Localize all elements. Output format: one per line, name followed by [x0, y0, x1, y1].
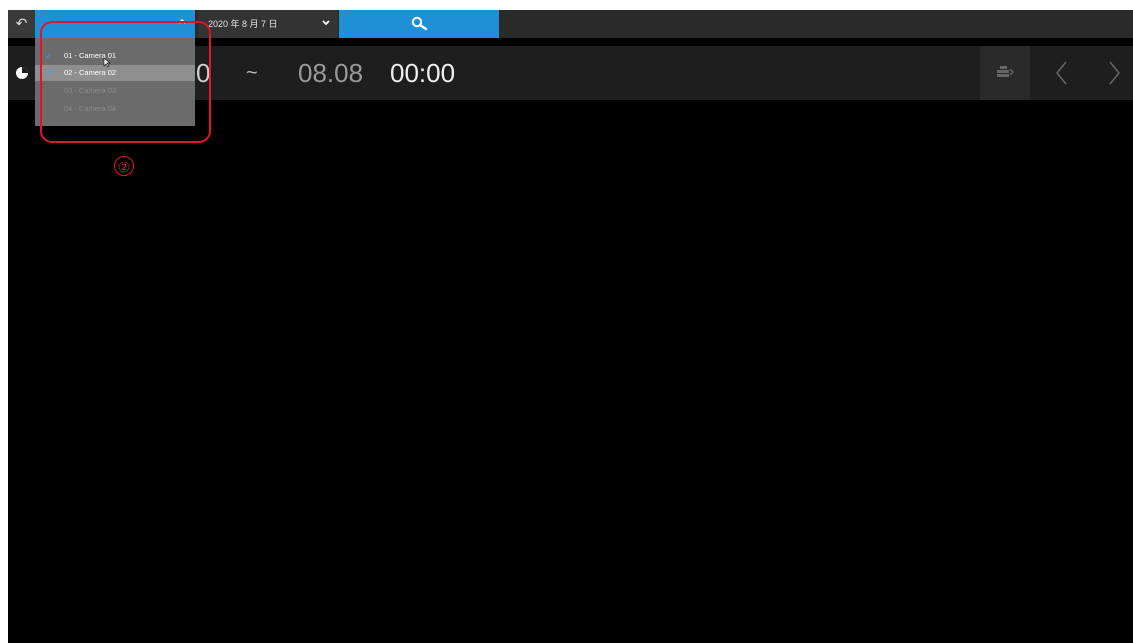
chevron-down-icon — [322, 20, 330, 26]
chevron-right-icon — [1109, 61, 1120, 85]
next-button[interactable] — [1090, 46, 1133, 100]
search-icon — [411, 16, 428, 31]
annotation-step-number: ② — [114, 156, 134, 176]
export-button[interactable] — [980, 46, 1030, 100]
date-select-dropdown[interactable]: 2020 年 8 月 7 日 — [198, 10, 338, 38]
time-range-separator: ~ — [246, 62, 258, 84]
export-icon — [997, 66, 1014, 77]
back-button[interactable]: ↶ — [8, 10, 35, 38]
clock-icon — [16, 67, 28, 79]
date-value: 2020 年 8 月 7 日 — [208, 19, 278, 29]
undo-arrow-icon: ↶ — [15, 15, 28, 31]
chevron-left-icon — [1056, 61, 1067, 85]
search-button[interactable] — [339, 10, 499, 38]
annotation-highlight-box — [40, 21, 211, 143]
end-time[interactable]: 00:00 — [390, 58, 455, 89]
end-date[interactable]: 08.08 — [298, 58, 363, 89]
previous-button[interactable] — [1038, 46, 1086, 100]
video-search-screen: ↶ 2020 年 8 月 7 日 0 ~ 08.08 00:00 ✓ 01 - … — [8, 10, 1133, 643]
